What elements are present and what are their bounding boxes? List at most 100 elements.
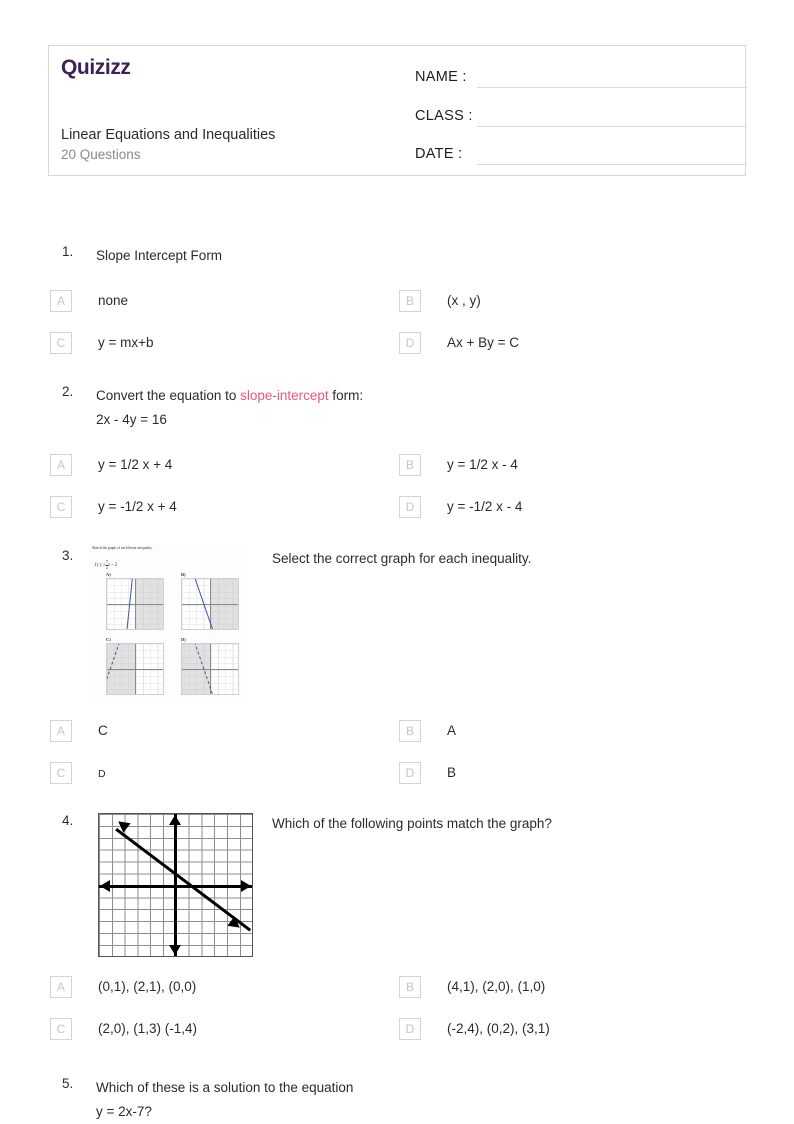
worksheet-graph-b bbox=[181, 578, 239, 630]
option-label: (x , y) bbox=[447, 293, 481, 308]
worksheet-header-card: Quizizz Linear Equations and Inequalitie… bbox=[48, 45, 747, 176]
x-axis bbox=[107, 669, 163, 670]
option-label: D bbox=[98, 768, 106, 780]
option-letter-box: B bbox=[399, 976, 421, 998]
x-axis-right-arrow-icon bbox=[241, 880, 251, 892]
option-label: (-2,4), (0,2), (3,1) bbox=[447, 1021, 550, 1036]
worksheet-page: Quizizz Linear Equations and Inequalitie… bbox=[0, 0, 794, 1123]
shaded-region bbox=[136, 579, 163, 629]
option-label: y = mx+b bbox=[98, 335, 154, 350]
question-number: 5. bbox=[62, 1076, 74, 1091]
option-letter-box: A bbox=[50, 976, 72, 998]
option-c[interactable]: C y = -1/2 x + 4 bbox=[50, 496, 395, 520]
worksheet-equation-suffix: x - 2 bbox=[107, 563, 118, 569]
y-axis-down-arrow-icon bbox=[169, 945, 181, 955]
option-letter-box: C bbox=[50, 332, 72, 354]
class-field-input[interactable] bbox=[477, 126, 747, 127]
question-number: 1. bbox=[62, 244, 74, 259]
option-letter-box: D bbox=[399, 496, 421, 518]
worksheet-panel-label-c: C) bbox=[106, 637, 111, 642]
shaded-region bbox=[107, 644, 136, 694]
option-letter-box: A bbox=[50, 720, 72, 742]
option-a[interactable]: A (0,1), (2,1), (0,0) bbox=[50, 976, 395, 1000]
option-b[interactable]: B (4,1), (2,0), (1,0) bbox=[399, 976, 744, 1000]
option-label: Ax + By = C bbox=[447, 335, 520, 350]
option-letter-box: C bbox=[50, 762, 72, 784]
option-c[interactable]: C y = mx+b bbox=[50, 332, 395, 356]
shaded-region bbox=[211, 579, 238, 629]
question-text: Which of these is a solution to the equa… bbox=[96, 1076, 656, 1124]
page-title: Linear Equations and Inequalities bbox=[61, 127, 276, 143]
option-label: C bbox=[98, 723, 108, 738]
option-label: (0,1), (2,1), (0,0) bbox=[98, 979, 197, 994]
date-field-label: DATE : bbox=[415, 146, 463, 162]
option-c[interactable]: C (2,0), (1,3) (-1,4) bbox=[50, 1018, 395, 1042]
question-text: Slope Intercept Form bbox=[96, 248, 223, 263]
worksheet-panel-label-b: B) bbox=[181, 572, 186, 577]
x-axis bbox=[182, 669, 238, 670]
coordinate-graph-image bbox=[98, 813, 253, 957]
option-letter-box: B bbox=[399, 720, 421, 742]
option-d[interactable]: D y = -1/2 x - 4 bbox=[399, 496, 744, 520]
option-a[interactable]: A none bbox=[50, 290, 395, 314]
line-lower-arrow-icon bbox=[227, 916, 244, 933]
class-field-label: CLASS : bbox=[415, 108, 473, 124]
x-axis bbox=[107, 604, 163, 605]
inequality-worksheet-image: Sketch the graph of each linear inequali… bbox=[88, 544, 248, 702]
option-letter-box: B bbox=[399, 454, 421, 476]
option-d[interactable]: D Ax + By = C bbox=[399, 332, 744, 356]
option-c[interactable]: C D bbox=[50, 762, 395, 786]
option-label: A bbox=[447, 723, 457, 738]
option-b[interactable]: B A bbox=[399, 720, 744, 744]
worksheet-graph-a bbox=[106, 578, 164, 630]
option-a[interactable]: A C bbox=[50, 720, 395, 744]
question-text: Convert the equation to slope-intercept … bbox=[96, 384, 656, 432]
option-label: none bbox=[98, 293, 129, 308]
name-field-input[interactable] bbox=[477, 87, 747, 88]
option-b[interactable]: B (x , y) bbox=[399, 290, 744, 314]
option-a[interactable]: A y = 1/2 x + 4 bbox=[50, 454, 395, 478]
worksheet-graph-d bbox=[181, 643, 239, 695]
option-label: y = 1/2 x + 4 bbox=[98, 457, 173, 472]
option-label: (4,1), (2,0), (1,0) bbox=[447, 979, 546, 994]
option-d[interactable]: D B bbox=[399, 762, 744, 786]
question-text-highlight: slope-intercept bbox=[240, 388, 329, 403]
worksheet-graph-c bbox=[106, 643, 164, 695]
option-label: B bbox=[447, 765, 457, 780]
option-label: y = -1/2 x - 4 bbox=[447, 499, 523, 514]
option-letter-box: A bbox=[50, 290, 72, 312]
date-field-input[interactable] bbox=[477, 164, 747, 165]
option-label: y = -1/2 x + 4 bbox=[98, 499, 177, 514]
question-equation: 2x - 4y = 16 bbox=[96, 412, 167, 427]
worksheet-equation: 1) y ≥7 2x - 2 bbox=[94, 559, 118, 570]
option-letter-box: B bbox=[399, 290, 421, 312]
date-field-row: DATE : bbox=[415, 146, 747, 170]
option-letter-box: D bbox=[399, 332, 421, 354]
worksheet-panel-label-a: A) bbox=[106, 572, 111, 577]
class-field-row: CLASS : bbox=[415, 108, 747, 132]
name-field-row: NAME : bbox=[415, 69, 747, 93]
y-axis-up-arrow-icon bbox=[169, 815, 181, 825]
quizizz-logo: Quizizz bbox=[61, 56, 131, 79]
option-letter-box: D bbox=[399, 1018, 421, 1040]
option-b[interactable]: B y = 1/2 x - 4 bbox=[399, 454, 744, 478]
question-text: Which of the following points match the … bbox=[272, 816, 552, 831]
option-letter-box: C bbox=[50, 496, 72, 518]
question-number: 2. bbox=[62, 384, 74, 399]
option-label: (2,0), (1,3) (-1,4) bbox=[98, 1021, 198, 1036]
option-letter-box: C bbox=[50, 1018, 72, 1040]
worksheet-equation-prefix: 1) y ≥ bbox=[94, 563, 106, 569]
option-letter-box: D bbox=[399, 762, 421, 784]
question-text-line-1: Which of these is a solution to the equa… bbox=[96, 1080, 354, 1095]
question-equation: y = 2x-7? bbox=[96, 1104, 152, 1119]
option-letter-box: A bbox=[50, 454, 72, 476]
header-left-block: Quizizz bbox=[61, 56, 401, 80]
option-label: y = 1/2 x - 4 bbox=[447, 457, 518, 472]
question-text: Select the correct graph for each inequa… bbox=[272, 551, 532, 566]
question-text-after: form: bbox=[328, 388, 364, 403]
plotted-line bbox=[115, 828, 252, 932]
y-axis bbox=[174, 814, 177, 956]
x-axis bbox=[182, 604, 238, 605]
option-d[interactable]: D (-2,4), (0,2), (3,1) bbox=[399, 1018, 744, 1042]
question-text-before: Convert the equation to bbox=[96, 388, 241, 403]
